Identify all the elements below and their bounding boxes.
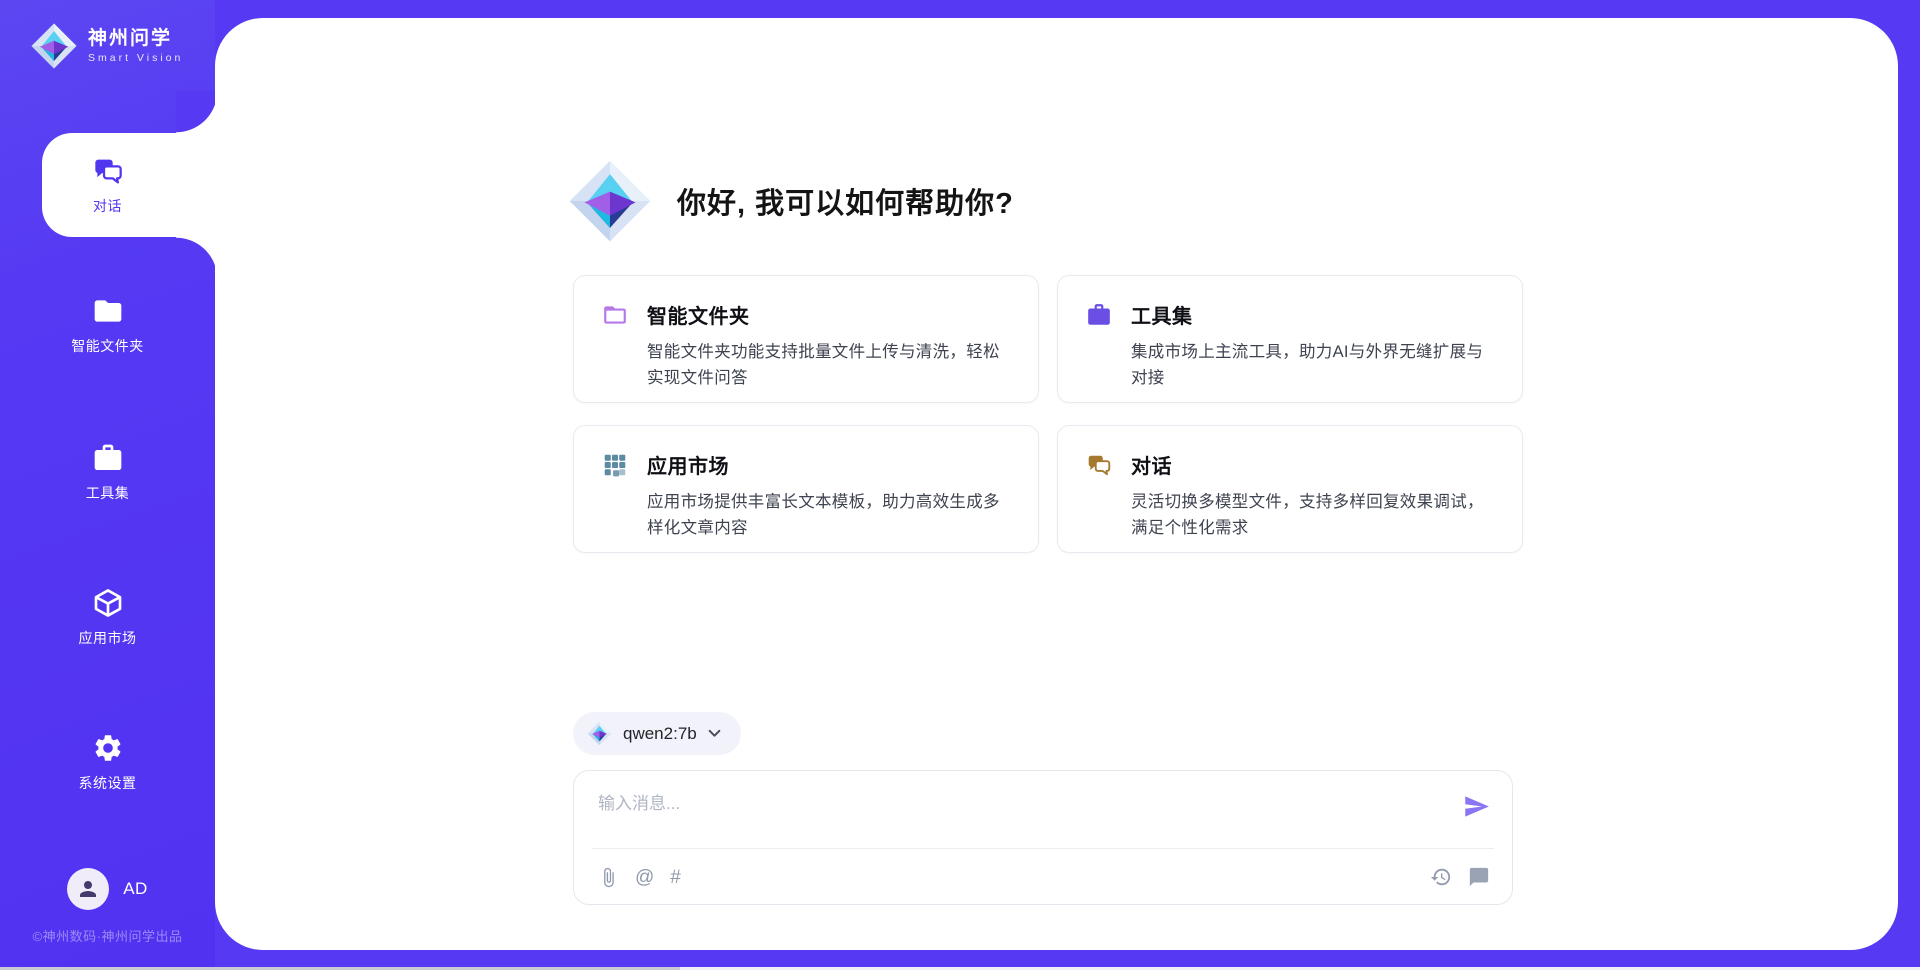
message-composer: @ # bbox=[573, 770, 1513, 905]
sidebar-item-toolset[interactable]: 工具集 bbox=[0, 420, 215, 524]
folder-icon bbox=[92, 295, 124, 327]
chat-bubble-icon[interactable] bbox=[1468, 866, 1490, 888]
chat-icon bbox=[1086, 452, 1112, 478]
sidebar-item-label: 应用市场 bbox=[79, 628, 137, 648]
sidebar-item-smart-folder[interactable]: 智能文件夹 bbox=[0, 273, 215, 377]
user-name: AD bbox=[123, 879, 148, 899]
feature-cards: 智能文件夹 智能文件夹功能支持批量文件上传与清洗，轻松实现文件问答 工具集 集成… bbox=[573, 275, 1523, 553]
card-chat[interactable]: 对话 灵活切换多模型文件，支持多样回复效果调试，满足个性化需求 bbox=[1057, 425, 1523, 553]
sidebar-item-settings[interactable]: 系统设置 bbox=[0, 710, 215, 814]
message-input[interactable] bbox=[598, 789, 1438, 841]
folder-open-icon bbox=[602, 302, 628, 328]
brand-diamond-icon bbox=[567, 158, 653, 244]
sidebar-item-chat[interactable]: 对话 bbox=[0, 133, 215, 237]
cube-icon bbox=[92, 587, 124, 619]
mention-icon[interactable]: @ bbox=[635, 867, 654, 888]
card-app-market[interactable]: 应用市场 应用市场提供丰富长文本模板，助力高效生成多样化文章内容 bbox=[573, 425, 1039, 553]
brand-diamond-icon bbox=[587, 721, 612, 746]
card-description: 智能文件夹功能支持批量文件上传与清洗，轻松实现文件问答 bbox=[647, 340, 1012, 391]
avatar bbox=[67, 868, 109, 910]
grid-icon bbox=[602, 452, 628, 478]
person-icon bbox=[76, 877, 100, 901]
card-description: 集成市场上主流工具，助力AI与外界无缝扩展与对接 bbox=[1131, 340, 1496, 391]
app-logo: 神州问学 Smart Vision bbox=[30, 22, 183, 70]
sidebar-item-label: 工具集 bbox=[86, 483, 130, 503]
card-title: 工具集 bbox=[1131, 300, 1193, 329]
sidebar-item-app-market[interactable]: 应用市场 bbox=[0, 565, 215, 669]
tab-fillet-top bbox=[176, 91, 218, 133]
main-panel: 你好, 我可以如何帮助你? 智能文件夹 智能文件夹功能支持批量文件上传与清洗，轻… bbox=[215, 18, 1898, 950]
card-title: 对话 bbox=[1131, 450, 1172, 479]
card-title: 应用市场 bbox=[647, 450, 729, 479]
sidebar: 神州问学 Smart Vision 对话 智能文件夹 工具集 bbox=[0, 0, 215, 970]
chat-icon bbox=[92, 155, 124, 187]
copyright-text: ©神州数码·神州问学出品 bbox=[0, 926, 215, 945]
history-icon[interactable] bbox=[1430, 866, 1452, 888]
greeting-title: 你好, 我可以如何帮助你? bbox=[677, 180, 1014, 222]
model-name: qwen2:7b bbox=[623, 724, 697, 744]
greeting-block: 你好, 我可以如何帮助你? bbox=[567, 158, 1014, 244]
app-subtitle: Smart Vision bbox=[88, 52, 183, 64]
hashtag-icon[interactable]: # bbox=[670, 867, 681, 888]
app-window: 神州问学 Smart Vision 对话 智能文件夹 工具集 bbox=[0, 0, 1920, 970]
composer-toolbar: @ # bbox=[598, 849, 1490, 905]
card-smart-folder[interactable]: 智能文件夹 智能文件夹功能支持批量文件上传与清洗，轻松实现文件问答 bbox=[573, 275, 1039, 403]
sidebar-item-label: 对话 bbox=[93, 196, 122, 216]
briefcase-icon bbox=[92, 442, 124, 474]
sidebar-item-label: 系统设置 bbox=[79, 773, 137, 793]
card-description: 应用市场提供丰富长文本模板，助力高效生成多样化文章内容 bbox=[647, 490, 1012, 541]
gear-icon bbox=[92, 732, 124, 764]
user-profile[interactable]: AD bbox=[0, 868, 215, 910]
briefcase-icon bbox=[1086, 302, 1112, 328]
send-icon[interactable] bbox=[1463, 793, 1490, 820]
model-selector[interactable]: qwen2:7b bbox=[573, 712, 741, 755]
card-toolset[interactable]: 工具集 集成市场上主流工具，助力AI与外界无缝扩展与对接 bbox=[1057, 275, 1523, 403]
brand-diamond-icon bbox=[30, 22, 78, 70]
card-description: 灵活切换多模型文件，支持多样回复效果调试，满足个性化需求 bbox=[1131, 490, 1496, 541]
card-title: 智能文件夹 bbox=[647, 300, 750, 329]
sidebar-item-label: 智能文件夹 bbox=[71, 336, 144, 356]
chevron-down-icon bbox=[708, 729, 721, 738]
app-title: 神州问学 bbox=[88, 28, 183, 50]
attachment-icon[interactable] bbox=[598, 867, 619, 888]
